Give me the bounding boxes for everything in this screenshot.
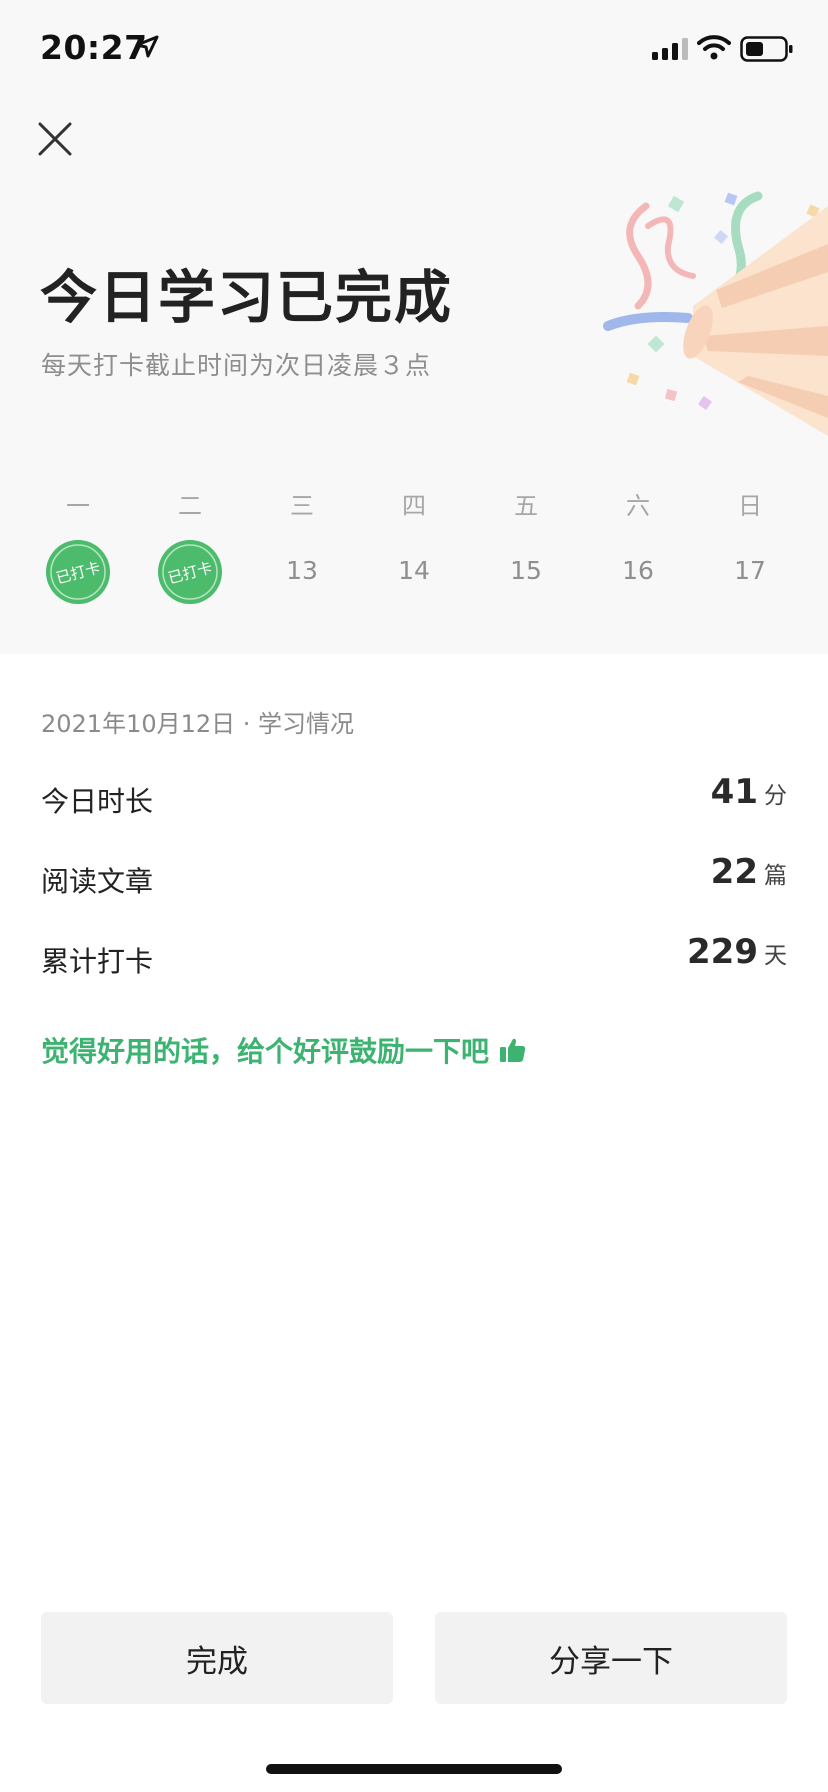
- party-popper-illustration: [603, 191, 828, 436]
- week-day-friday: 五 15: [470, 482, 582, 602]
- week-day-sunday: 日 17: [694, 482, 806, 602]
- status-time: 20:27: [40, 28, 148, 67]
- weekday-label: 五: [514, 492, 538, 520]
- weekday-label: 六: [626, 492, 650, 520]
- page-title: 今日学习已完成: [40, 265, 453, 331]
- stat-unit: 篇: [764, 863, 787, 889]
- stat-label: 阅读文章: [41, 865, 154, 898]
- wifi-icon: [697, 35, 731, 60]
- location-arrow-icon: [135, 35, 159, 58]
- stat-unit: 天: [764, 943, 787, 969]
- study-date-heading: 2021年10月12日 · 学习情况: [41, 710, 355, 738]
- thumbs-up-icon: [500, 1038, 526, 1062]
- weekday-label: 三: [290, 492, 314, 520]
- stat-label: 累计打卡: [41, 945, 154, 978]
- week-day-thursday: 四 14: [358, 482, 470, 602]
- checked-in-badge[interactable]: 已打卡: [44, 538, 112, 606]
- weekday-label: 日: [738, 492, 762, 520]
- stat-unit: 分: [764, 783, 787, 809]
- week-day-saturday: 六 16: [582, 482, 694, 602]
- stat-row-today-duration: 今日时长 41 分: [41, 772, 787, 822]
- weekday-label: 二: [178, 492, 202, 520]
- stat-label: 今日时长: [41, 785, 154, 818]
- rate-app-text: 觉得好用的话，给个好评鼓励一下吧: [41, 1035, 490, 1068]
- done-button[interactable]: 完成: [41, 1612, 393, 1704]
- stat-number: 41: [710, 772, 758, 812]
- checked-in-badge[interactable]: 已打卡: [156, 538, 224, 606]
- stat-value: 22 篇: [711, 852, 787, 892]
- checkin-deadline-note: 每天打卡截止时间为次日凌晨３点: [41, 351, 432, 380]
- day-number[interactable]: 15: [470, 556, 582, 585]
- stat-number: 229: [687, 932, 758, 972]
- stat-row-total-checkins: 累计打卡 229 天: [41, 932, 787, 982]
- close-icon[interactable]: [34, 118, 76, 160]
- rate-app-link[interactable]: 觉得好用的话，给个好评鼓励一下吧: [41, 1030, 527, 1070]
- share-button[interactable]: 分享一下: [435, 1612, 787, 1704]
- stat-row-articles-read: 阅读文章 22 篇: [41, 852, 787, 902]
- week-day-monday: 一 已打卡: [22, 482, 134, 604]
- day-number[interactable]: 16: [582, 556, 694, 585]
- stat-value: 41 分: [711, 772, 787, 812]
- home-indicator: [266, 1764, 562, 1774]
- battery-icon: [740, 36, 793, 62]
- day-number[interactable]: 14: [358, 556, 470, 585]
- week-day-wednesday: 三 13: [246, 482, 358, 602]
- weekday-label: 四: [402, 492, 426, 520]
- stat-value: 229 天: [687, 932, 787, 972]
- weekday-label: 一: [66, 492, 90, 520]
- day-number[interactable]: 13: [246, 556, 358, 585]
- day-number[interactable]: 17: [694, 556, 806, 585]
- week-day-tuesday: 二 已打卡: [134, 482, 246, 604]
- week-checkin-row: 一 已打卡 二 已打卡 三 13 四 14 五 15 六 16 日 17: [0, 482, 828, 604]
- stat-number: 22: [710, 852, 758, 892]
- cellular-signal-icon: [652, 38, 688, 60]
